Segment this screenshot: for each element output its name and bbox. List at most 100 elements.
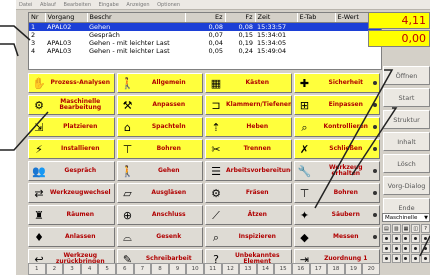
palette-dot-button[interactable]	[391, 244, 401, 253]
column-header[interactable]: Zeit	[255, 13, 298, 23]
column-header[interactable]: Ez	[185, 13, 226, 23]
open-button[interactable]: Öffnen	[383, 66, 430, 85]
element-tile[interactable]: ⚙ Fräsen	[205, 183, 292, 203]
element-tile[interactable]: ✗ Schließen	[293, 139, 380, 159]
element-tile[interactable]: ⌂ Spachteln	[116, 117, 203, 137]
element-tile[interactable]: ⚡ Installieren	[28, 139, 115, 159]
palette-button[interactable]: ▦	[401, 224, 411, 233]
category-select[interactable]: Maschinelle ▼	[382, 213, 430, 222]
element-tile[interactable]: ⌕ Inspizieren	[205, 227, 292, 247]
row-marker-dot	[373, 213, 377, 217]
menu-item[interactable]: Ablauf	[40, 2, 56, 8]
table-row[interactable]: 1 APAL02 Gehen 0,08 0,08 15:33:57	[29, 22, 381, 31]
menu-item[interactable]: Datei	[19, 2, 32, 8]
page-number-button[interactable]: 12	[221, 263, 240, 275]
help-icon[interactable]: ?	[421, 224, 430, 233]
page-number-button[interactable]: 14	[256, 263, 275, 275]
element-tile[interactable]: ✚ Sicherheit	[293, 73, 380, 93]
page-number-button[interactable]: 20	[362, 263, 380, 275]
palette-dot-button[interactable]	[391, 254, 401, 263]
element-tile[interactable]: ⌕ Kontrollieren	[293, 117, 380, 137]
structure-button[interactable]: Struktur	[383, 110, 430, 129]
page-number-button[interactable]: 1	[28, 263, 46, 275]
element-tile[interactable]: ✋ Prozess-Analysen	[28, 73, 115, 93]
element-tile[interactable]: 🚶 Gehen	[116, 161, 203, 181]
element-tile[interactable]: ⟋ Ätzen	[205, 205, 292, 225]
palette-dot-button[interactable]	[382, 234, 391, 243]
palette-dot-button[interactable]	[401, 234, 411, 243]
palette-dot-button[interactable]	[401, 244, 411, 253]
column-header[interactable]: Nr	[29, 13, 46, 23]
element-tile[interactable]: ⊕ Anschluss	[116, 205, 203, 225]
page-number-button[interactable]: 4	[80, 263, 99, 275]
element-tile[interactable]: ⇲ Platzieren	[28, 117, 115, 137]
element-tile[interactable]: ⊤ Bohren	[293, 183, 380, 203]
menu-item[interactable]: Anzeigen	[126, 2, 149, 8]
element-tile[interactable]: ✦ Säubern	[293, 205, 380, 225]
page-number-button[interactable]: 9	[168, 263, 187, 275]
page-number-button[interactable]: 7	[133, 263, 152, 275]
table-row[interactable]: 2 Gespräch 0,07 0,15 15:34:01	[29, 31, 381, 39]
palette-dot-button[interactable]	[421, 244, 430, 253]
palette-dot-button[interactable]	[421, 254, 430, 263]
chevron-down-icon[interactable]: ▼	[424, 214, 428, 222]
menu-item[interactable]: Eingabe	[99, 2, 119, 8]
content-button[interactable]: Inhalt	[383, 132, 430, 151]
element-tile[interactable]: ⚒ Anpassen	[116, 95, 203, 115]
page-number-button[interactable]: 13	[239, 263, 257, 275]
page-number-button[interactable]: 18	[327, 263, 345, 275]
delete-button[interactable]: Lösch	[383, 154, 430, 173]
table-row[interactable]: 3 APAL03 Gehen - mit leichter Last 0,04 0,19…	[29, 39, 381, 47]
palette-dot-button[interactable]	[421, 234, 430, 243]
process-dialog-button[interactable]: Vorg-Dialog	[383, 176, 430, 195]
element-tile[interactable]: ◆ Messen	[293, 227, 380, 247]
palette-dot-button[interactable]	[382, 244, 391, 253]
palette-button[interactable]: ▤	[382, 224, 391, 233]
element-tile[interactable]: ⌓ Gesenk	[116, 227, 203, 247]
menu-item[interactable]: Bearbeiten	[64, 2, 91, 8]
menu-item[interactable]: Optionen	[157, 2, 180, 8]
page-number-button[interactable]: 11	[203, 263, 222, 275]
page-number-button[interactable]: 16	[291, 263, 310, 275]
page-number-button[interactable]: 17	[309, 263, 328, 275]
column-header[interactable]: Beschr	[87, 13, 186, 23]
element-tile[interactable]: ⊞ Einpassen	[293, 95, 380, 115]
page-number-button[interactable]: 3	[63, 263, 81, 275]
column-header[interactable]: Vorgang	[45, 13, 88, 23]
palette-dot-button[interactable]	[391, 234, 401, 243]
element-tile[interactable]: ☰ Arbeitsvorbereitung	[205, 161, 292, 181]
palette-dot-button[interactable]	[411, 254, 421, 263]
palette-dot-button[interactable]	[411, 244, 421, 253]
element-tile[interactable]: ⇄ Werkzeugwechsel	[28, 183, 115, 203]
process-table[interactable]: Nr Vorgang Beschr Ez Fz Zeit E-Tab E-Wer…	[28, 12, 382, 70]
palette-dot-button[interactable]	[401, 254, 411, 263]
element-tile[interactable]: ⇡ Heben	[205, 117, 292, 137]
element-tile[interactable]: 👥 Gespräch	[28, 161, 115, 181]
page-number-button[interactable]: 15	[274, 263, 292, 275]
page-number-button[interactable]: 19	[344, 263, 363, 275]
page-number-button[interactable]: 8	[151, 263, 169, 275]
element-tile[interactable]: ♜ Räumen	[28, 205, 115, 225]
menu-bar: Datei Ablauf Bearbeiten Eingabe Anzeigen…	[16, 0, 430, 10]
start-button[interactable]: Start	[383, 88, 430, 107]
palette-button[interactable]: ◫	[411, 224, 421, 233]
palette-dot-button[interactable]	[382, 254, 391, 263]
column-header[interactable]: Fz	[225, 13, 256, 23]
palette-dot-button[interactable]	[411, 234, 421, 243]
element-tile[interactable]: 🔧 Werkzeug erhalten	[293, 161, 380, 181]
element-tile[interactable]: ⊐ Klammern/Tiefenen	[205, 95, 292, 115]
table-row[interactable]: 4 APAL03 Gehen - mit leichter Last 0,05 0,24…	[29, 47, 381, 55]
palette-button[interactable]: ▥	[391, 224, 401, 233]
element-tile[interactable]: ⚙ Maschinelle Bearbeitung	[28, 95, 115, 115]
element-tile[interactable]: ✂ Trennen	[205, 139, 292, 159]
page-number-button[interactable]: 6	[115, 263, 134, 275]
page-number-button[interactable]: 10	[186, 263, 204, 275]
element-tile[interactable]: ▱ Ausgläsen	[116, 183, 203, 203]
element-tile[interactable]: 🚶 Allgemein	[116, 73, 203, 93]
element-tile[interactable]: ♦ Anlassen	[28, 227, 115, 247]
element-tile[interactable]: ⊤ Bohren	[116, 139, 203, 159]
column-header[interactable]: E-Tab	[297, 13, 336, 23]
page-number-button[interactable]: 5	[98, 263, 116, 275]
element-tile[interactable]: ▦ Kästen	[205, 73, 292, 93]
page-number-button[interactable]: 2	[45, 263, 64, 275]
